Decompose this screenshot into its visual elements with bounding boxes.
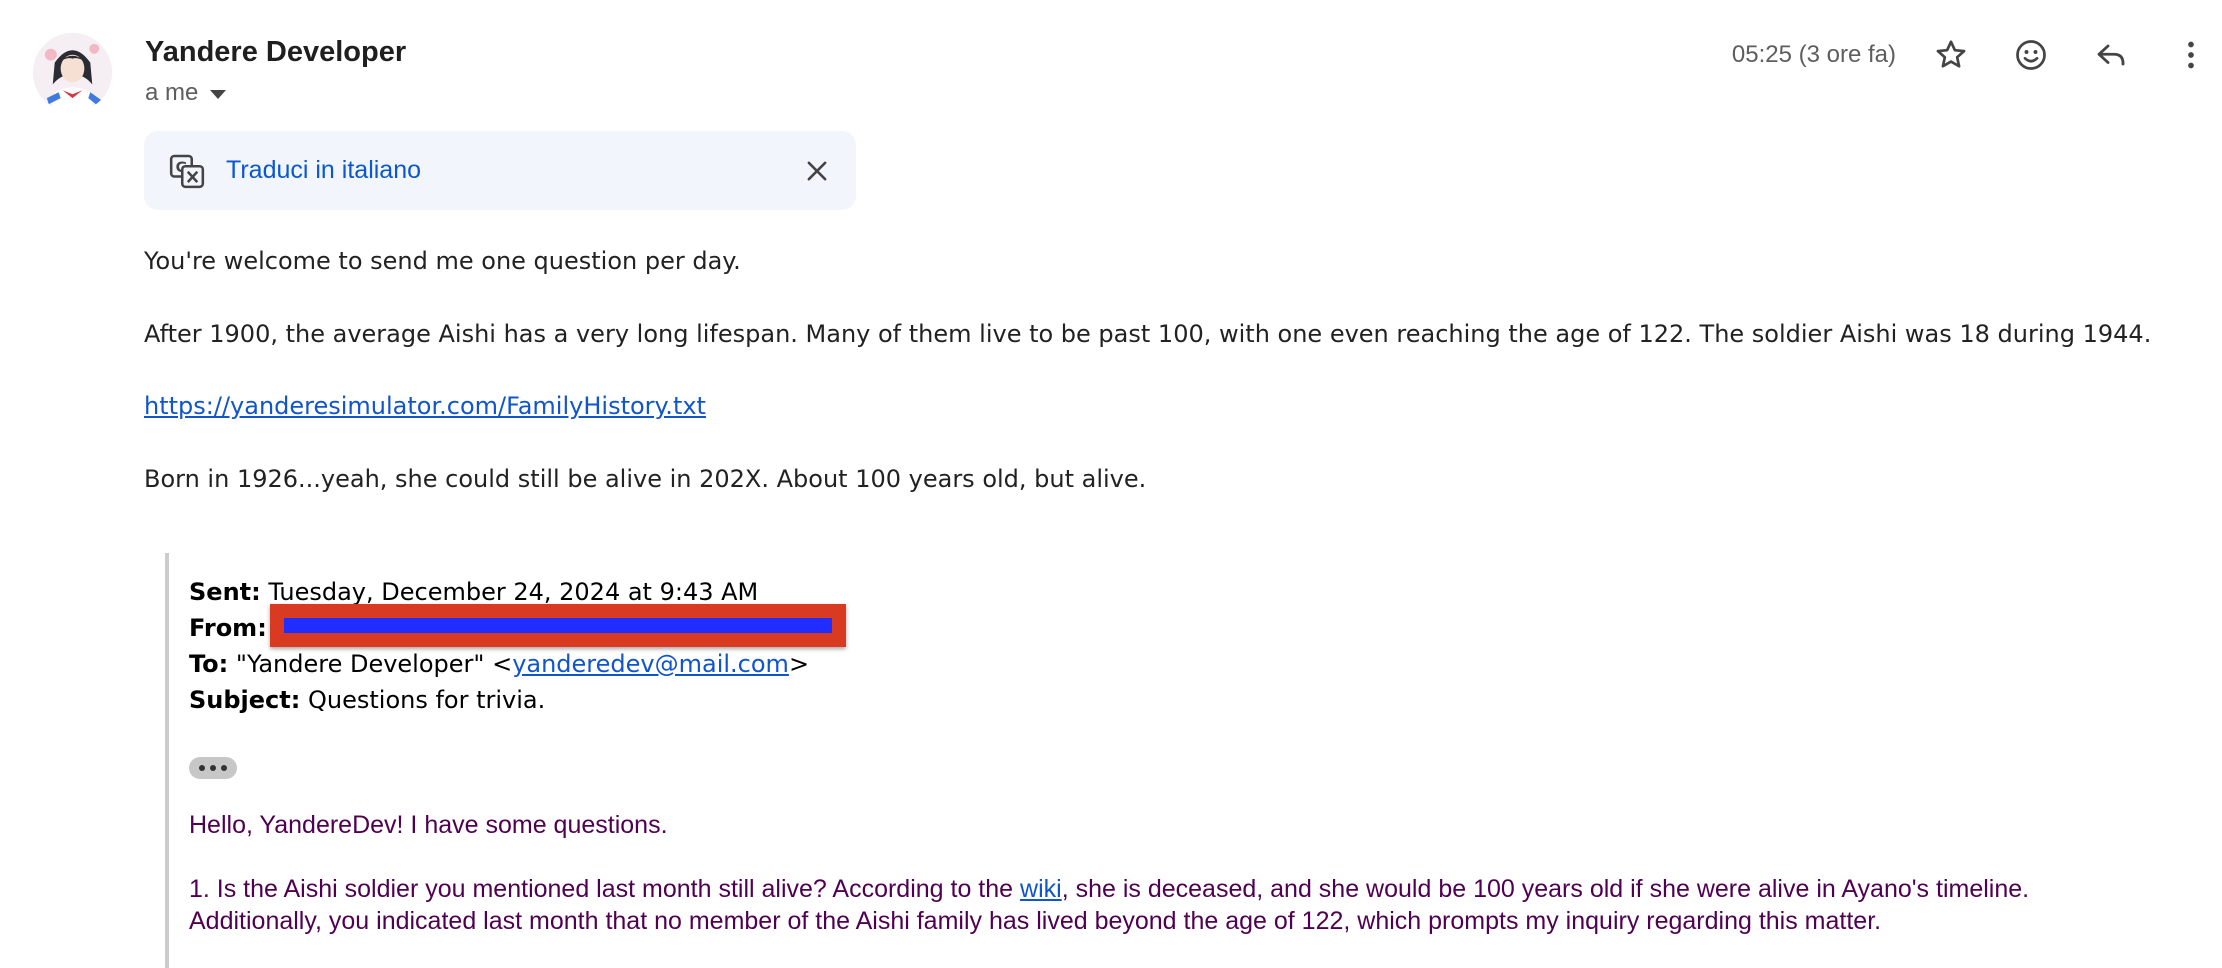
more-vert-icon bbox=[2188, 41, 2194, 69]
quoted-question-1-line-2: Additionally, you indicated last month t… bbox=[189, 907, 1882, 935]
subject-value: Questions for trivia. bbox=[308, 686, 546, 714]
reply-icon bbox=[2097, 44, 2125, 66]
chevron-down-icon bbox=[210, 89, 227, 99]
wiki-link[interactable]: wiki bbox=[1020, 875, 1062, 903]
translate-icon: G bbox=[169, 154, 205, 188]
redaction-bar bbox=[284, 618, 832, 633]
sent-label: Sent: bbox=[189, 578, 261, 606]
dot bbox=[221, 765, 227, 771]
from-label: From: bbox=[189, 614, 267, 642]
family-history-link[interactable]: https://yanderesimulator.com/FamilyHisto… bbox=[144, 392, 706, 420]
from-line: From: bbox=[189, 614, 267, 642]
translate-banner: G Traduci in italiano bbox=[144, 131, 856, 210]
recipient-details-toggle[interactable]: a me bbox=[145, 79, 227, 107]
close-translate-button[interactable] bbox=[800, 154, 834, 188]
message-timestamp: 05:25 (3 ore fa) bbox=[1731, 41, 1896, 68]
to-close: > bbox=[788, 650, 810, 678]
quoted-question-1: 1. Is the Aishi soldier you mentioned la… bbox=[189, 875, 2029, 904]
emoji-icon bbox=[2016, 40, 2046, 70]
to-line: To: "Yandere Developer" <yanderedev@mail… bbox=[189, 650, 809, 678]
to-label: To: bbox=[189, 650, 229, 678]
dot bbox=[199, 765, 205, 771]
star-icon bbox=[1936, 40, 1966, 68]
star-button[interactable] bbox=[1926, 30, 1976, 80]
q1-before: 1. Is the Aishi soldier you mentioned la… bbox=[189, 875, 1021, 903]
body-paragraph: You're welcome to send me one question p… bbox=[144, 247, 741, 275]
subject-label: Subject: bbox=[189, 686, 301, 714]
to-email-link[interactable]: yanderedev@mail.com bbox=[512, 650, 789, 678]
avatar-image bbox=[33, 33, 112, 112]
quoted-greeting: Hello, YandereDev! I have some questions… bbox=[189, 811, 668, 839]
recipient-label: a me bbox=[145, 79, 199, 106]
close-icon bbox=[807, 161, 827, 180]
sender-avatar[interactable] bbox=[33, 33, 112, 112]
body-paragraph: After 1900, the average Aishi has a very… bbox=[144, 320, 2152, 348]
sent-line: Sent: Tuesday, December 24, 2024 at 9:43… bbox=[189, 578, 758, 606]
translate-link[interactable]: Traduci in italiano bbox=[226, 156, 421, 185]
q1-after: , she is deceased, and she would be 100 … bbox=[1061, 875, 2030, 903]
to-name: "Yandere Developer" < bbox=[235, 650, 513, 678]
add-reaction-button[interactable] bbox=[2006, 30, 2056, 80]
sent-value: Tuesday, December 24, 2024 at 9:43 AM bbox=[268, 578, 759, 606]
message-actions: 05:25 (3 ore fa) bbox=[1732, 30, 2222, 80]
body-paragraph: Born in 1926...yeah, she could still be … bbox=[144, 465, 1147, 493]
more-options-button[interactable] bbox=[2166, 30, 2216, 80]
reply-button[interactable] bbox=[2086, 30, 2136, 80]
subject-line: Subject: Questions for trivia. bbox=[189, 686, 545, 714]
show-trimmed-content-button[interactable] bbox=[189, 757, 237, 779]
quote-bar bbox=[165, 553, 169, 968]
sender-name[interactable]: Yandere Developer bbox=[145, 36, 406, 69]
dot bbox=[210, 765, 216, 771]
redaction-box bbox=[270, 604, 846, 647]
